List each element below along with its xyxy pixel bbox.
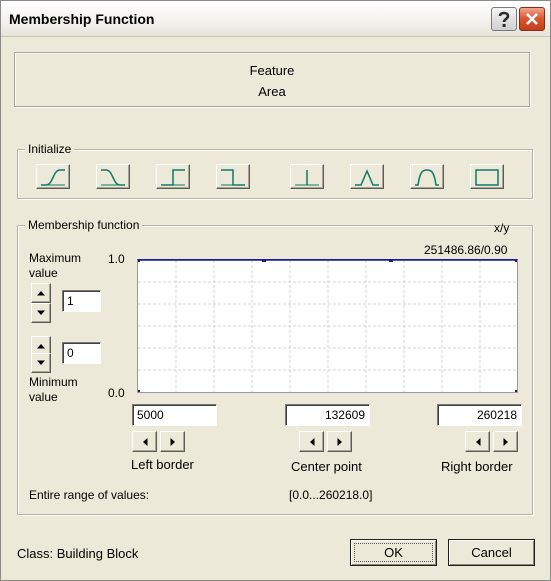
right-border-decrease-button[interactable] [465, 431, 490, 452]
minimum-value-label-line1: Minimum [29, 375, 78, 389]
control-point-center-right[interactable] [389, 260, 393, 262]
xy-readout: 251486.86/0.90 [424, 243, 508, 257]
arrow-down-icon [37, 360, 45, 365]
step-down-button[interactable] [216, 164, 250, 189]
right-border-increase-button[interactable] [493, 431, 518, 452]
center-point-label: Center point [291, 459, 362, 474]
feature-value: Area [258, 84, 286, 99]
left-border-increase-button[interactable] [160, 431, 185, 452]
initialize-legend: Initialize [25, 142, 75, 156]
arrow-left-icon [309, 437, 314, 446]
step-down-icon [221, 168, 245, 186]
triangle-button[interactable] [350, 164, 384, 189]
minimum-value-label-line2: value [29, 390, 58, 404]
arrow-right-icon [170, 437, 175, 446]
help-icon [498, 11, 510, 27]
step-up-icon [161, 168, 185, 186]
minimum-decrement-button[interactable] [31, 353, 51, 373]
membership-function-legend: Membership function [25, 218, 143, 232]
rectangle-button[interactable] [470, 164, 504, 189]
bell-curve-button[interactable] [410, 164, 444, 189]
arrow-left-icon [475, 437, 480, 446]
help-button[interactable] [491, 7, 517, 31]
membership-plot[interactable] [137, 259, 518, 393]
close-button[interactable] [519, 7, 545, 31]
right-border-field[interactable]: 260218 [437, 404, 522, 426]
initialize-group [17, 149, 533, 199]
range-value: [0.0...260218.0] [289, 488, 373, 502]
y-axis-bottom-label: 0.0 [108, 386, 125, 400]
left-border-decrease-button[interactable] [132, 431, 157, 452]
cancel-button[interactable]: Cancel [448, 539, 535, 566]
step-up-button[interactable] [156, 164, 190, 189]
bell-curve-icon [415, 168, 439, 186]
left-border-label: Left border [131, 457, 194, 472]
title-bar[interactable]: Membership Function [1, 1, 550, 37]
feature-box: Feature Area [14, 52, 530, 107]
singleton-button[interactable] [290, 164, 324, 189]
arrow-up-icon [37, 291, 45, 296]
control-point-left-bottom[interactable] [138, 390, 140, 392]
range-label: Entire range of values: [29, 488, 150, 502]
center-point-field[interactable]: 132609 [285, 404, 370, 426]
maximum-increment-button[interactable] [31, 283, 51, 303]
center-point-increase-button[interactable] [327, 431, 352, 452]
membership-plot-canvas [138, 260, 517, 392]
singleton-icon [295, 169, 319, 185]
maximum-value-label-line2: value [29, 266, 58, 280]
y-axis-top-label: 1.0 [108, 252, 125, 266]
arrow-left-icon [142, 437, 147, 446]
control-point-left-top[interactable] [138, 260, 140, 262]
membership-function-dialog: Membership Function Feature Area Initial… [0, 0, 551, 581]
maximum-value-field[interactable]: 1 [62, 290, 101, 312]
z-curve-button[interactable] [96, 164, 130, 189]
window-title: Membership Function [9, 11, 155, 27]
maximum-value-label-line1: Maximum [29, 251, 82, 265]
arrow-right-icon [337, 437, 342, 446]
s-curve-icon [41, 168, 65, 186]
arrow-right-icon [503, 437, 508, 446]
class-info: Class: Building Block [17, 546, 139, 561]
ok-button[interactable]: OK [350, 539, 437, 566]
control-point-center-left[interactable] [262, 260, 266, 262]
s-curve-button[interactable] [36, 164, 70, 189]
maximum-decrement-button[interactable] [31, 303, 51, 323]
control-point-right-top[interactable] [515, 260, 517, 262]
z-curve-icon [101, 168, 125, 186]
center-point-decrease-button[interactable] [299, 431, 324, 452]
arrow-down-icon [37, 310, 45, 315]
feature-label: Feature [249, 63, 295, 78]
arrow-up-icon [37, 344, 45, 349]
triangle-icon [355, 168, 379, 186]
left-border-field[interactable]: 5000 [132, 404, 217, 426]
rectangle-icon [475, 168, 499, 186]
control-point-right-bottom[interactable] [515, 390, 517, 392]
xy-label: x/y [494, 221, 510, 235]
right-border-label: Right border [441, 459, 513, 474]
minimum-value-field[interactable]: 0 [62, 342, 101, 364]
close-icon [526, 13, 538, 25]
